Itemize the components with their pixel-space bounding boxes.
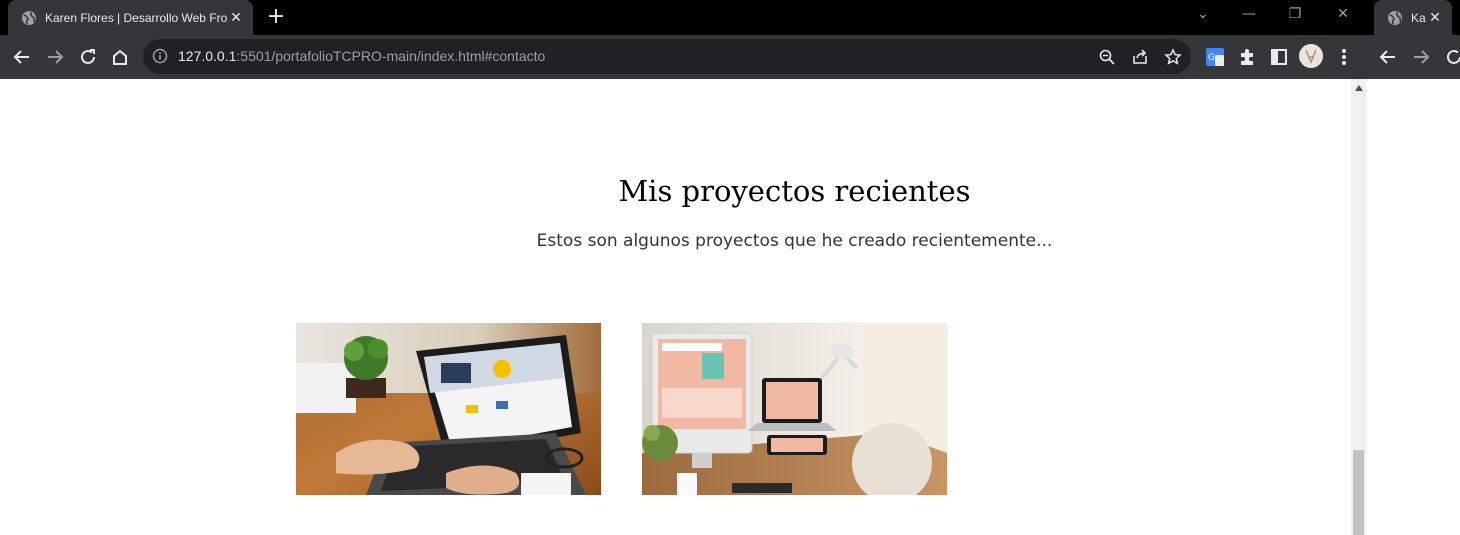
tab-close-icon[interactable]: ✕ [227, 10, 245, 26]
back-arrow-icon[interactable] [10, 45, 34, 69]
google-translate-icon[interactable]: G [1205, 47, 1225, 67]
reload-icon[interactable] [76, 45, 100, 69]
tab-active[interactable]: Karen Flores | Desarrollo Web Front ✕ [8, 0, 253, 35]
second-window-content [1366, 79, 1460, 535]
zoom-icon[interactable] [1098, 48, 1116, 66]
tab-second[interactable]: Kar ✕ [1374, 0, 1452, 35]
back-arrow-icon-second[interactable] [1376, 45, 1400, 69]
projects-heading-text: Mis proyectos recientes [618, 174, 971, 208]
project-card-1[interactable] [296, 323, 601, 495]
svg-text:G: G [1208, 53, 1215, 63]
new-tab-button[interactable]: + [264, 6, 288, 30]
scrollbar-thumb[interactable] [1353, 450, 1364, 535]
reload-icon-second[interactable] [1442, 45, 1460, 69]
tab-strip: Karen Flores | Desarrollo Web Front ✕ + … [0, 0, 1460, 35]
menu-kebab-icon[interactable] [1334, 47, 1354, 67]
minimize-icon[interactable]: — [1237, 6, 1261, 26]
forward-arrow-icon[interactable] [43, 45, 67, 69]
projects-subheading: Estos son algunos proyectos que he cread… [0, 231, 1351, 251]
projects-heading: Mis proyectos recientes [0, 174, 1351, 208]
vertical-scrollbar[interactable] [1351, 79, 1366, 535]
project-image-laptop [296, 323, 601, 495]
side-panel-icon[interactable] [1269, 47, 1289, 67]
scroll-up-arrow-icon[interactable] [1351, 79, 1366, 96]
project-image-desktop [642, 323, 947, 495]
browser-toolbar: 127.0.0.1:5501/portafolioTCPRO-main/inde… [0, 35, 1460, 79]
profile-avatar[interactable] [1299, 44, 1323, 68]
tab-close-icon[interactable]: ✕ [1426, 10, 1444, 26]
forward-arrow-icon-second[interactable] [1409, 45, 1433, 69]
tab-title: Karen Flores | Desarrollo Web Front [45, 10, 227, 25]
projects-subheading-text: Estos son algunos proyectos que he cread… [536, 231, 1053, 251]
project-card-2[interactable] [642, 323, 947, 495]
share-icon[interactable] [1131, 48, 1149, 66]
globe-icon [22, 10, 36, 25]
restore-icon[interactable]: ❐ [1283, 6, 1307, 26]
page-content: Mis proyectos recientes Estos son alguno… [0, 79, 1351, 535]
extensions-puzzle-icon[interactable] [1237, 47, 1257, 67]
window-close-icon[interactable]: ✕ [1331, 6, 1355, 26]
url-host: 127.0.0.1 [178, 48, 237, 64]
url-path: :5501/portafolioTCPRO-main/index.html#co… [236, 48, 546, 64]
tab-title: Kar [1411, 10, 1426, 25]
address-bar[interactable]: 127.0.0.1:5501/portafolioTCPRO-main/inde… [143, 39, 1191, 74]
info-icon[interactable] [152, 48, 168, 64]
tab-search-icon[interactable]: ⌄ [1191, 6, 1215, 26]
url-text[interactable]: 127.0.0.1:5501/portafolioTCPRO-main/inde… [178, 48, 545, 64]
star-bookmark-icon[interactable] [1164, 48, 1182, 66]
globe-icon [1388, 10, 1402, 25]
home-icon[interactable] [108, 45, 132, 69]
